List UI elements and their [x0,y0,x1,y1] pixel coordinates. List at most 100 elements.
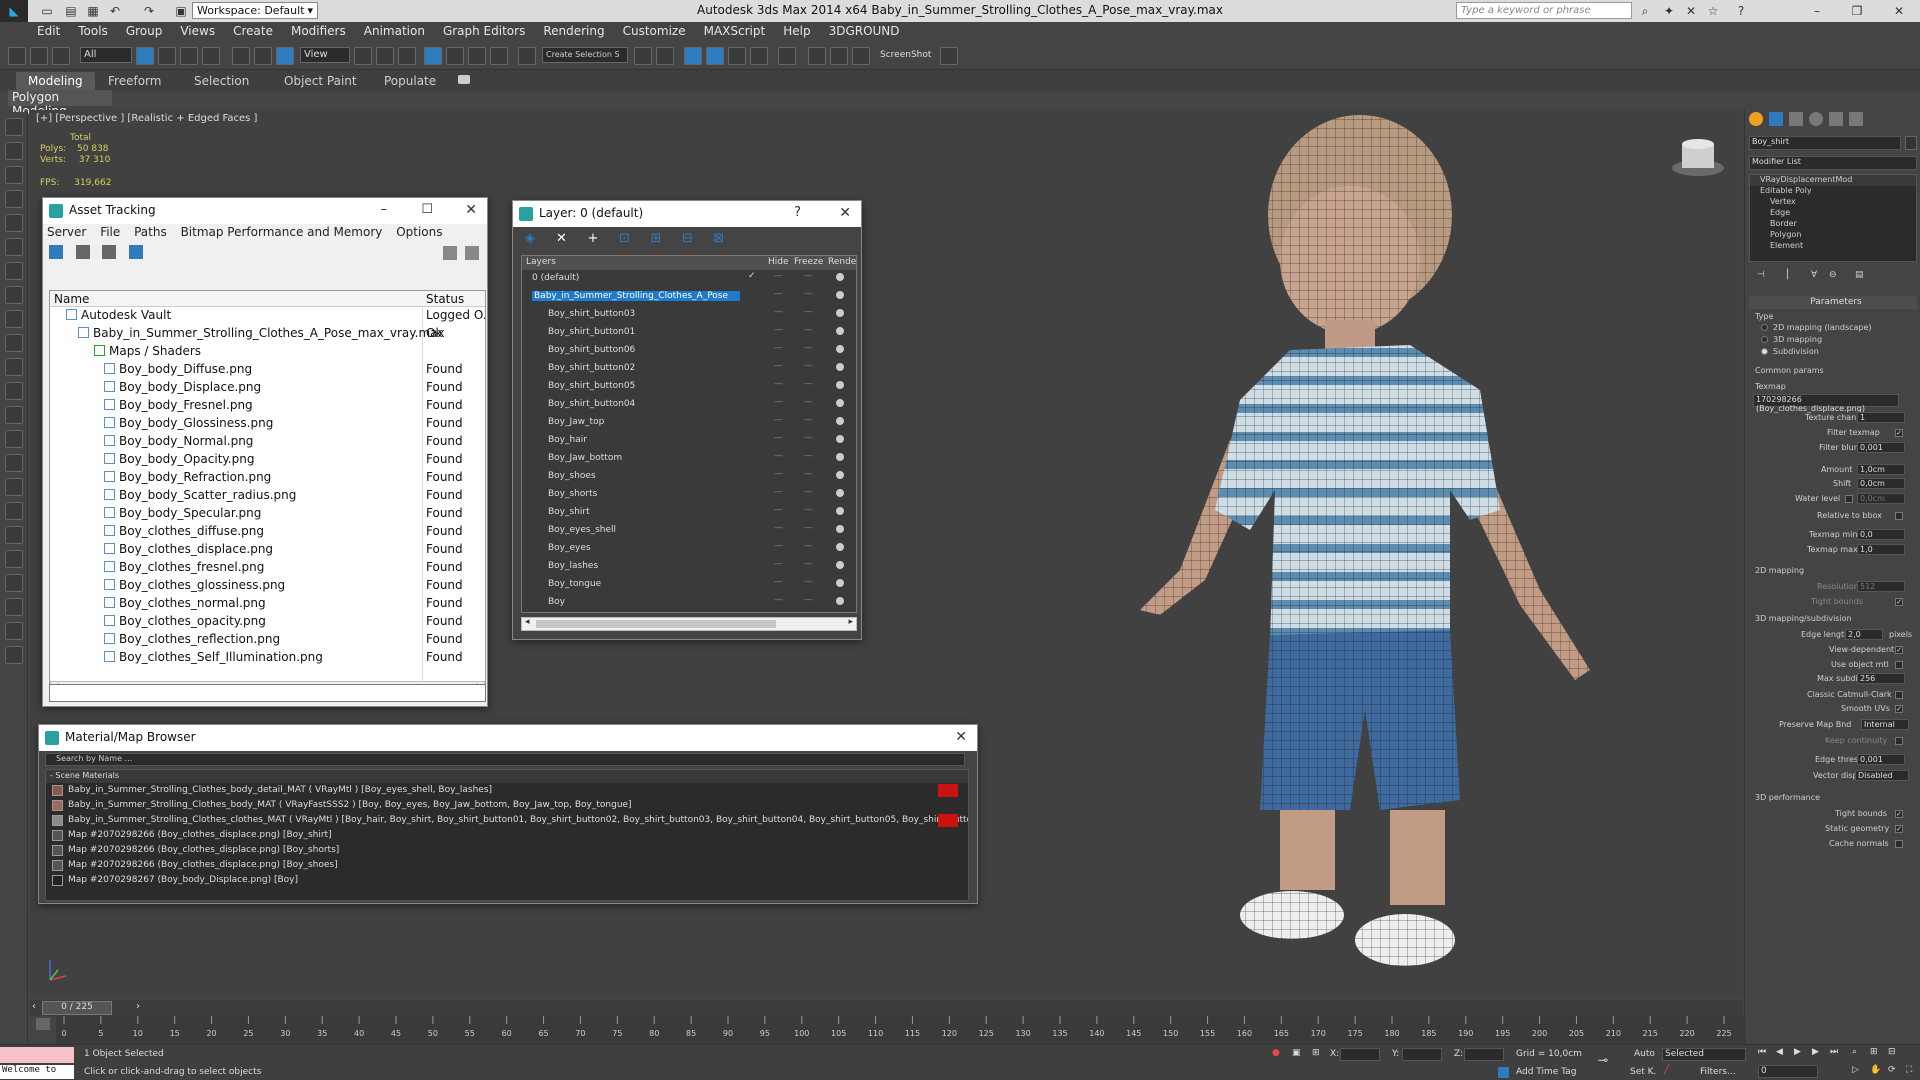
maximize-icon[interactable]: ☐ [421,202,433,217]
scroll-left-icon[interactable]: ◂ [525,617,530,627]
app-logo-icon[interactable]: ◣ [0,0,28,22]
menu-server[interactable]: Server [47,225,86,239]
viewport-label[interactable]: [+] [Perspective ] [Realistic + Edged Fa… [36,113,257,124]
key-icon[interactable]: ⊸ [1598,1053,1608,1067]
zoom-icon[interactable]: ⌕ [1852,1047,1857,1057]
graphite-tools-icon[interactable] [706,47,724,65]
zoom-extents-icon[interactable]: ⊟ [1888,1047,1896,1057]
tab-modeling[interactable]: Modeling [16,72,95,90]
keep-continuity-checkbox[interactable] [1895,737,1903,745]
make-unique-icon[interactable]: ∀ [1811,270,1817,280]
view-dependent-checkbox[interactable]: ✓ [1895,646,1903,654]
layer-row[interactable]: Boy_Jaw_bottom — — [522,450,856,468]
hierarchy-tab-icon[interactable] [1789,112,1803,126]
water-level-checkbox[interactable] [1845,495,1853,503]
menu-paths[interactable]: Paths [134,225,167,239]
tool-icon[interactable] [5,214,23,232]
material-editor-icon[interactable] [778,47,796,65]
render-toggle-icon[interactable] [836,291,844,299]
menu-rendering[interactable]: Rendering [534,22,613,40]
render-toggle-icon[interactable] [836,381,844,389]
tab-selection[interactable]: Selection [182,72,261,90]
table-row[interactable]: Boy_clothes_Self_Illumination.png Found [50,649,485,667]
help-button[interactable]: ? [794,205,801,220]
tab-populate[interactable]: Populate [372,72,448,90]
auto-key-button[interactable]: Auto [1634,1049,1655,1059]
table-row[interactable]: Boy_clothes_diffuse.png Found [50,523,485,541]
asset-path-field[interactable] [49,684,486,702]
menu-animation[interactable]: Animation [355,22,434,40]
hide-toggle-icon[interactable]: — [774,577,783,587]
tool-icon[interactable] [5,334,23,352]
table-row[interactable]: Boy_body_Glossiness.png Found [50,415,485,433]
modifier-stack-item[interactable]: Vertex [1750,197,1916,208]
layer-row[interactable]: Boy_shirt_button01 — — [522,324,856,342]
layer-row[interactable]: Boy — — [522,594,856,612]
select-object-icon[interactable] [136,47,154,65]
column-freeze[interactable]: Freeze [794,257,823,267]
type-3d-radio[interactable] [1761,336,1768,343]
angle-snap-icon[interactable] [446,47,464,65]
select-by-name-icon[interactable] [158,47,176,65]
search-input[interactable]: Type a keyword or phrase [1456,2,1632,19]
hide-toggle-icon[interactable]: — [774,343,783,353]
freeze-toggle-icon[interactable]: — [804,307,813,317]
layer-row[interactable]: Boy_hair — — [522,432,856,450]
menu-options[interactable]: Options [396,225,442,239]
favorites-icon[interactable]: ☆ [1704,2,1722,20]
material-row[interactable]: Baby_in_Summer_Strolling_Clothes_body_MA… [46,798,968,813]
table-row[interactable]: Boy_clothes_normal.png Found [50,595,485,613]
menu-file[interactable]: File [100,225,120,239]
menu-customize[interactable]: Customize [614,22,695,40]
display-tab-icon[interactable] [1829,112,1843,126]
snap-toggle-icon[interactable] [424,47,442,65]
scroll-right-icon[interactable]: ▸ [848,617,853,627]
add-time-tag-icon[interactable] [1498,1067,1509,1078]
layer-row[interactable]: Boy_shirt_button05 — — [522,378,856,396]
hide-toggle-icon[interactable]: — [774,433,783,443]
reference-coord-dropdown[interactable]: View [300,47,350,63]
table-row[interactable]: Baby_in_Summer_Strolling_Clothes_A_Pose_… [50,325,485,343]
modifier-stack-item[interactable]: Polygon [1750,230,1916,241]
modifier-stack-item[interactable]: Border [1750,219,1916,230]
rendered-frame-icon[interactable] [830,47,848,65]
render-toggle-icon[interactable] [836,489,844,497]
communication-icon[interactable]: ✕ [1682,2,1700,20]
relative-bbox-checkbox[interactable] [1895,512,1903,520]
curve-editor-icon[interactable] [728,47,746,65]
freeze-toggle-icon[interactable]: — [804,487,813,497]
resolution-spinner[interactable]: 512 [1857,581,1905,592]
freeze-toggle-icon[interactable]: — [804,469,813,479]
freeze-toggle-icon[interactable]: — [804,595,813,605]
tool-icon[interactable] [5,622,23,640]
project-folder-icon[interactable]: ▣ [172,2,190,20]
hide-toggle-icon[interactable]: — [774,307,783,317]
maxscript-listener[interactable] [0,1047,74,1063]
named-selection-dropdown[interactable]: Create Selection S [542,47,628,63]
current-layer-check-icon[interactable]: ✓ [748,271,756,281]
render-setup-icon[interactable] [808,47,826,65]
play-icon[interactable]: ▶ [1794,1047,1801,1057]
open-file-icon[interactable]: ▤ [62,2,80,20]
select-manipulate-icon[interactable] [376,47,394,65]
texmap-min-spinner[interactable]: 0,0 [1857,529,1905,540]
pivot-center-icon[interactable] [354,47,372,65]
hide-toggle-icon[interactable]: — [774,595,783,605]
freeze-toggle-icon[interactable]: — [804,379,813,389]
scene-materials-group[interactable]: - Scene Materials [46,770,968,783]
menu-help[interactable]: Help [774,22,819,40]
zoom-all-icon[interactable]: ⊞ [1870,1047,1878,1057]
menu-maxscript[interactable]: MAXScript [695,22,775,40]
layer-row[interactable]: Boy_shoes — — [522,468,856,486]
tool-icon[interactable] [5,286,23,304]
column-name[interactable]: Name [54,292,89,306]
layer-row[interactable]: Boy_lashes — — [522,558,856,576]
tool-icon[interactable] [5,502,23,520]
tool-icon[interactable] [5,574,23,592]
layer-row[interactable]: Boy_shirt_button03 — — [522,306,856,324]
filter-texmap-checkbox[interactable]: ✓ [1895,429,1903,437]
texmap-button[interactable]: 170298266 (Boy_clothes_displace.png) [1753,394,1899,413]
align-icon[interactable] [656,47,674,65]
table-row[interactable]: Boy_clothes_glossiness.png Found [50,577,485,595]
maxscript-mini-listener[interactable]: Welcome to [0,1065,74,1079]
